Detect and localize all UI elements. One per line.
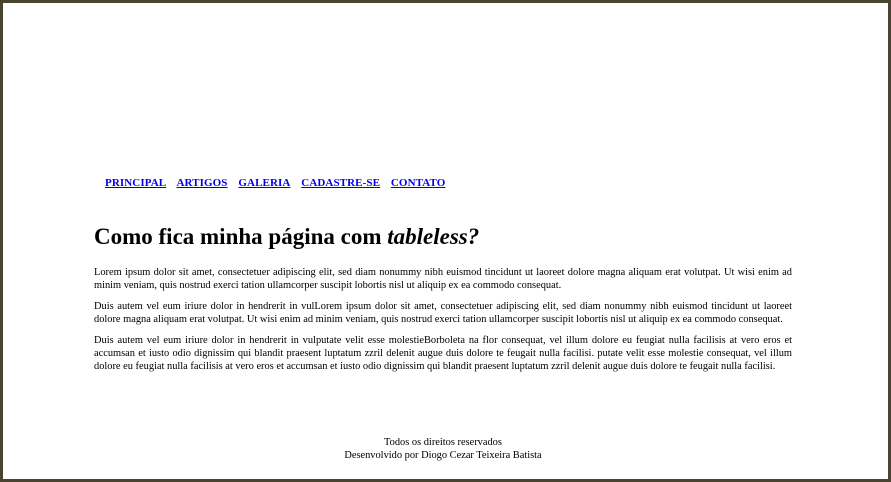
page-footer: Todos os direitos reservados Desenvolvid… xyxy=(94,436,792,462)
article-paragraph: Duis autem vel eum iriure dolor in hendr… xyxy=(94,301,792,325)
nav-link-principal[interactable]: PRINCIPAL xyxy=(105,177,166,189)
footer-credits-text: Desenvolvido por Diogo Cezar Teixeira Ba… xyxy=(344,450,542,461)
nav-link-contato[interactable]: CONTATO xyxy=(391,177,446,189)
main-nav: PRINCIPAL ARTIGOS GALERIA CADASTRE-SE CO… xyxy=(105,177,453,189)
nav-link-cadastre-se[interactable]: CADASTRE-SE xyxy=(301,177,380,189)
page-title-text: Como fica minha página com xyxy=(94,224,388,249)
article-paragraph: Lorem ipsum dolor sit amet, consectetuer… xyxy=(94,267,792,291)
nav-link-artigos[interactable]: ARTIGOS xyxy=(176,177,227,189)
page-title: Como fica minha página com tableless? xyxy=(94,224,479,250)
footer-rights-text: Todos os direitos reservados xyxy=(384,437,502,448)
article-paragraph: Duis autem vel eum iriure dolor in hendr… xyxy=(94,335,792,372)
article-content: Lorem ipsum dolor sit amet, consectetuer… xyxy=(94,266,792,381)
nav-link-galeria[interactable]: GALERIA xyxy=(238,177,290,189)
page-title-emphasis: tableless? xyxy=(387,224,480,249)
